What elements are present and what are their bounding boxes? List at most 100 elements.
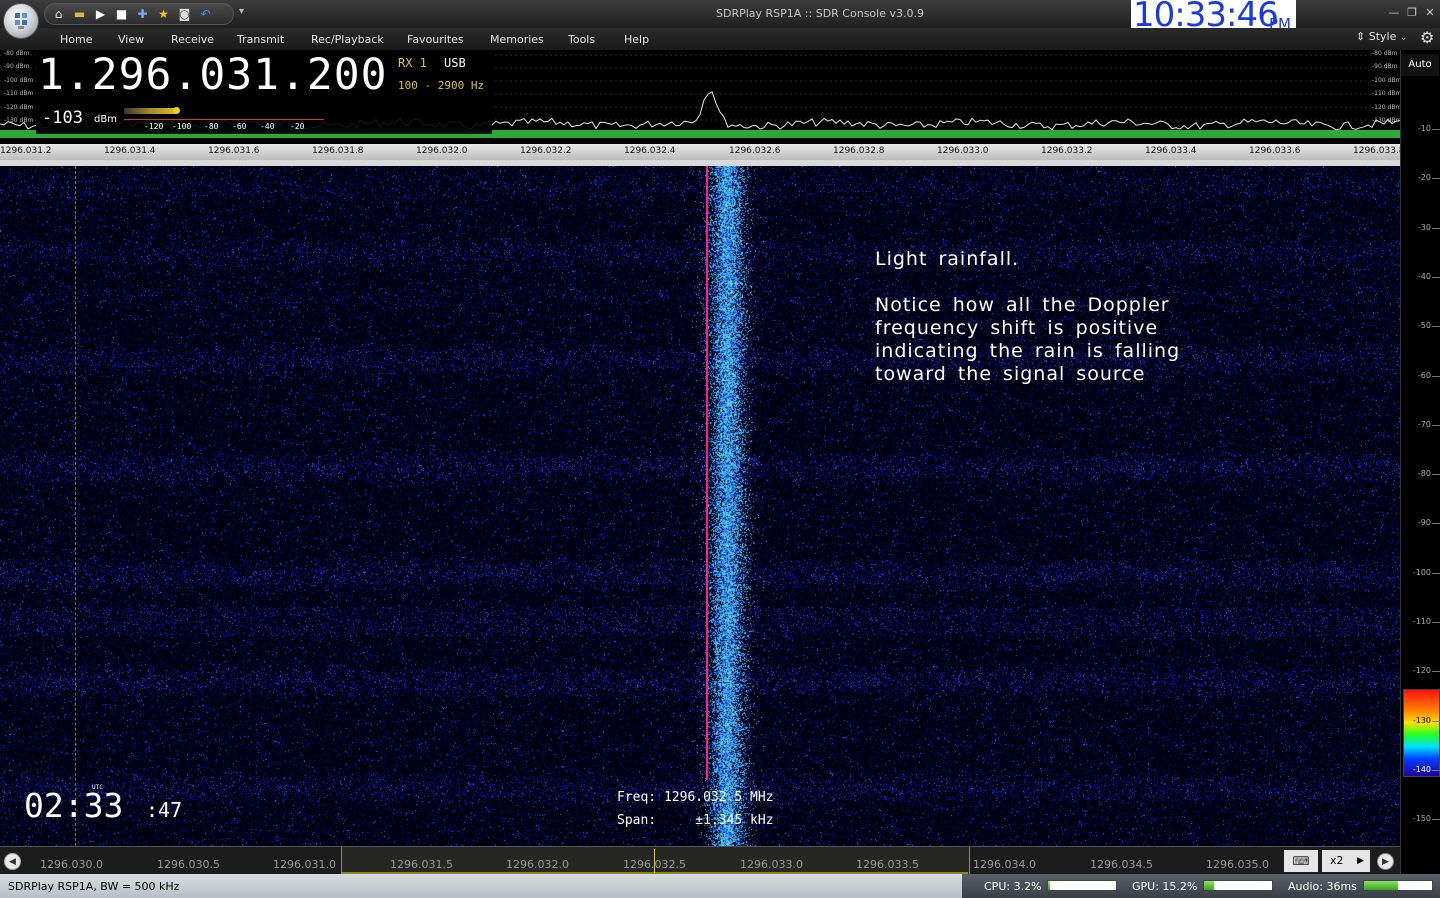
level-scale-tick [1432, 671, 1440, 673]
level-scale-tick [1432, 769, 1440, 771]
auto-button[interactable]: Auto [1401, 54, 1439, 76]
s-meter-tick: -20 [290, 122, 305, 131]
spectrum-dbm-label: -110 dBm [4, 90, 34, 97]
tuning-cursor[interactable] [706, 166, 708, 780]
tab-favourites[interactable]: Favourites [407, 33, 464, 46]
device-status: SDRPlay RSP1A, BW = 500 kHz [8, 880, 180, 893]
level-scale-tick [1432, 129, 1440, 130]
level-scale-tick [1432, 474, 1440, 476]
audio-meter [1363, 880, 1433, 891]
freq-tick-label: 1296.033.4 [1145, 146, 1197, 156]
scroll-right-icon[interactable]: ▶ [1377, 853, 1394, 870]
level-scale-label: -30 [1417, 222, 1431, 232]
level-scale-label: -60 [1417, 370, 1431, 380]
keyboard-icon[interactable]: ⌨ [1284, 850, 1318, 872]
freq-tick-label: 1296.032.8 [833, 146, 885, 156]
tab-tools[interactable]: Tools [568, 33, 595, 46]
level-scale-label: -70 [1417, 419, 1431, 429]
spectrum-dbm-label: -120 dBm [4, 104, 34, 111]
scroll-left-icon[interactable]: ◀ [4, 853, 21, 870]
freq-tick-label: 1296.031.8 [312, 146, 364, 156]
level-scale-tick [1432, 720, 1440, 722]
cursor-span: Span: ±1.345 kHz [617, 813, 774, 828]
zoom-button[interactable]: x2 ▶ [1322, 850, 1370, 872]
level-scale-label: -150 [1412, 814, 1431, 824]
level-scale-label: -10 [1417, 124, 1431, 133]
minimize-icon[interactable]: — [1386, 6, 1402, 19]
level-scale-label: -40 [1417, 271, 1431, 281]
bandwidth-indicator[interactable]: 100 - 2900 Hz [398, 79, 484, 92]
gear-icon[interactable]: ⚙ [1420, 28, 1434, 47]
audio-label: Audio: 36ms [1288, 880, 1357, 893]
level-scale-tick [1432, 326, 1440, 328]
overview-tick-label: 1296.031.5 [390, 858, 453, 871]
app-logo-icon [15, 13, 27, 29]
tab-transmit[interactable]: Transmit [237, 33, 284, 46]
restore-icon[interactable]: ❐ [1404, 6, 1420, 19]
level-scale-label: -130 [1412, 715, 1431, 725]
s-meter-scale-line [124, 119, 324, 120]
tab-memories[interactable]: Memories [490, 33, 544, 46]
level-scale-tick [1432, 178, 1440, 180]
freq-tick-label: 1296.032.4 [624, 146, 676, 156]
rx-indicator[interactable]: RX 1 [398, 56, 427, 70]
s-meter-tick: -60 [232, 122, 247, 131]
cpu-label: CPU: 3.2% [984, 880, 1042, 893]
s-meter-tick: -100 [172, 122, 192, 131]
signal-level: -103 [42, 108, 83, 128]
overview-tick-label: 1296.033.0 [740, 858, 803, 871]
freq-tick-label: 1296.031.6 [208, 146, 260, 156]
overview-tick-label: 1296.035.0 [1206, 858, 1269, 871]
spectrum-dbm-label: -130 dBm [4, 117, 34, 124]
cpu-meter [1047, 880, 1117, 891]
waterfall-display[interactable] [0, 166, 1400, 846]
overview-tick-label: 1296.032.5 [623, 858, 686, 871]
spectrum-dbm-label: -100 dBm [1372, 77, 1402, 84]
gpu-label: GPU: 15.2% [1132, 880, 1198, 893]
spectrum-dbm-label: -90 dBm [1372, 63, 1398, 70]
signal-unit: dBm [94, 114, 117, 125]
level-scale-label: -100 [1412, 567, 1431, 577]
zoom-value: x2 [1330, 854, 1344, 867]
cursor-info: Freq: 1296.032.5 MHz Span: ±1.345 kHz [617, 786, 774, 832]
spectrum-dbm-label: -110 dBm [1372, 90, 1402, 97]
frequency-scale[interactable]: 1296.031.2 1296.031.4 1296.031.6 1296.03… [0, 144, 1405, 160]
tab-home[interactable]: Home [60, 33, 92, 46]
overview-tick-label: 1296.034.0 [973, 858, 1036, 871]
style-label: Style [1368, 30, 1397, 43]
mode-indicator[interactable]: USB [444, 56, 466, 70]
vfo-frequency[interactable]: 1.296.031.200 [38, 50, 388, 100]
tab-view[interactable]: View [118, 33, 144, 46]
cursor-frequency: Freq: 1296.032.5 MHz [617, 790, 774, 805]
style-dropdown[interactable]: ⇕ Style ⌄ [1356, 30, 1407, 43]
ribbon-tabs: Home View Receive Transmit Rec/Playback … [0, 28, 1440, 50]
freq-tick-label: 1296.033.8 [1353, 146, 1405, 156]
level-scale-label: -120 [1412, 666, 1431, 676]
level-scale-tick [1432, 572, 1440, 574]
level-scale-tick [1432, 276, 1440, 278]
overview-frequency-bar[interactable]: ◀ 1296.030.0 1296.030.5 1296.031.0 1296.… [0, 846, 1400, 875]
freq-tick-label: 1296.031.2 [0, 146, 52, 156]
application-menu-button[interactable] [3, 3, 39, 39]
level-scale-tick [1432, 375, 1440, 377]
marker-line [75, 166, 76, 846]
freq-tick-label: 1296.031.4 [104, 146, 156, 156]
tab-help[interactable]: Help [624, 33, 649, 46]
level-scale-label: -140 [1412, 764, 1431, 774]
close-icon[interactable]: ✕ [1422, 6, 1438, 19]
spectrum-dbm-label: -80 dBm [1372, 50, 1398, 57]
level-scale-tick [1432, 424, 1440, 426]
tab-rec-playback[interactable]: Rec/Playback [311, 33, 384, 46]
gpu-meter-fill [1204, 881, 1215, 890]
color-palette-bar[interactable] [1403, 689, 1440, 777]
overview-tick-label: 1296.032.0 [506, 858, 569, 871]
spectrum-dbm-label: -120 dBm [1372, 104, 1402, 111]
freq-tick-label: 1296.033.0 [937, 146, 989, 156]
spectrum-dbm-label: -80 dBm [4, 50, 30, 57]
tab-receive[interactable]: Receive [171, 33, 214, 46]
spectrum-dbm-label: -130 dBm [1372, 117, 1402, 124]
overview-tick-label: 1296.030.0 [40, 858, 103, 871]
freq-tick-label: 1296.033.6 [1249, 146, 1301, 156]
spectrum-dbm-label: -100 dBm [4, 77, 34, 84]
level-scale-tick [1432, 819, 1440, 821]
